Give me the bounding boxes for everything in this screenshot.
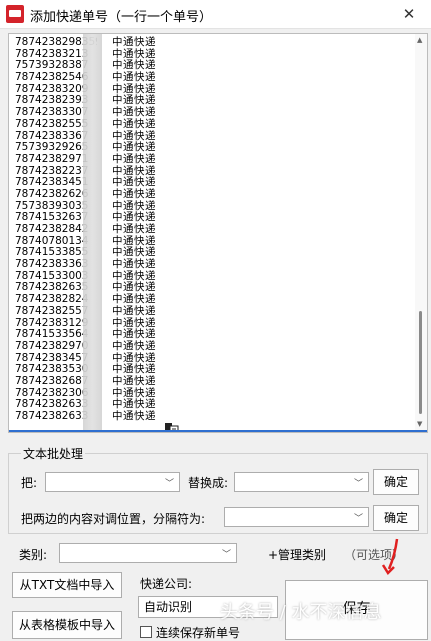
list-item: 75738393035 中通快递 bbox=[15, 200, 411, 213]
import-table-button[interactable]: 从表格模板中导入 bbox=[12, 611, 122, 639]
annotation-arrow-icon bbox=[381, 538, 399, 575]
list-item: 78742382971 中通快递 bbox=[15, 152, 411, 166]
scroll-up-icon[interactable]: ▲ bbox=[417, 36, 422, 44]
paste-cursor-icon bbox=[165, 423, 179, 432]
list-item: 75739329265 中通快递 bbox=[15, 141, 411, 154]
list-item: 78742383307 中通快递 bbox=[15, 106, 411, 119]
text-batch-group: 文本批处理 把: ﹀ 替换成: ﹀ 确定 把两边的内容对调位置，分隔符为: ﹀ … bbox=[8, 445, 428, 534]
list-item: 78742383209 中通快递 bbox=[15, 83, 411, 96]
list-item: 78742382824 中通快递 bbox=[15, 293, 411, 306]
list-item: 78741532637 中通快递 bbox=[15, 212, 411, 224]
app-logo-icon bbox=[6, 5, 24, 23]
category-combo[interactable]: ﹀ bbox=[59, 543, 237, 563]
list-item: 78742383451 中通快递 bbox=[15, 177, 411, 189]
title-bar: 添加快递单号（一行一个单号） ✕ bbox=[0, 0, 431, 29]
keep-saving-label: 连续保存新单号 bbox=[156, 626, 241, 640]
courier-name: 中通快递 bbox=[112, 258, 156, 271]
courier-name: 中通快递 bbox=[112, 71, 156, 84]
list-item: 78742382635 中通快递 bbox=[15, 282, 411, 294]
scroll-down-icon[interactable]: ▼ bbox=[417, 420, 422, 428]
replace-with-label: 替换成: bbox=[188, 476, 229, 490]
replace-confirm-button[interactable]: 确定 bbox=[373, 469, 419, 495]
category-label: 类别: bbox=[19, 548, 48, 562]
tracking-number-textarea[interactable]: 78742382983599中通快递78742383213中通快递7573932… bbox=[8, 33, 428, 433]
chevron-down-icon: ﹀ bbox=[164, 479, 174, 489]
list-item: 78740780134 中通快递 bbox=[15, 235, 411, 248]
chevron-down-icon: ﹀ bbox=[221, 550, 231, 560]
replace-from-combo[interactable]: ﹀ bbox=[45, 472, 180, 492]
list-item: 78742382633 中通快递 bbox=[15, 410, 411, 423]
list-item: 78742383213 中通快递 bbox=[15, 48, 411, 61]
tracking-number-list: 78742382983599中通快递78742383213中通快递7573932… bbox=[15, 36, 411, 423]
separator-combo[interactable]: ﹀ bbox=[224, 507, 369, 527]
courier-label: 快递公司: bbox=[140, 577, 193, 591]
close-button[interactable]: ✕ bbox=[387, 0, 431, 28]
list-item: 78742382306 中通快递 bbox=[15, 387, 411, 400]
courier-name: 中通快递 bbox=[112, 152, 156, 165]
import-txt-button[interactable]: 从TXT文档中导入 bbox=[12, 572, 122, 598]
list-item: 78742382633 中通快递 bbox=[15, 399, 411, 411]
list-item: 78742382546 中通快递 bbox=[15, 71, 411, 84]
list-item: 78742382687 中通快递 bbox=[15, 374, 411, 388]
list-item: 75739328387 中通快递 bbox=[15, 60, 411, 72]
list-item: 78742382842 中通快递 bbox=[15, 223, 411, 236]
manage-category-link[interactable]: +管理类别 bbox=[268, 546, 326, 563]
list-item: 78742382237 中通快递 bbox=[15, 165, 411, 178]
window-title: 添加快递单号（一行一个单号） bbox=[30, 10, 213, 25]
list-item: 78741533855 中通快递 bbox=[15, 247, 411, 259]
scrollbar-thumb[interactable] bbox=[419, 311, 422, 414]
courier-name: 中通快递 bbox=[112, 339, 156, 352]
list-item: 78742382970 中通快递 bbox=[15, 339, 411, 353]
list-item: 78741533564 中通快递 bbox=[15, 328, 411, 341]
list-item: 78742382555 中通快递 bbox=[15, 117, 411, 131]
courier-name: 中通快递 bbox=[112, 410, 156, 422]
list-item: 78742382983599中通快递 bbox=[15, 36, 411, 49]
chevron-down-icon: ﹀ bbox=[353, 514, 363, 524]
courier-name: 中通快递 bbox=[112, 304, 156, 317]
list-item: 78742382557 中通快递 bbox=[15, 304, 411, 318]
list-item: 78741533003 中通快递 bbox=[15, 270, 411, 283]
redaction-blur bbox=[83, 34, 102, 432]
courier-name: 中通快递 bbox=[112, 117, 156, 130]
courier-name: 中通快递 bbox=[112, 187, 156, 200]
vertical-scrollbar[interactable]: ▲ ▼ bbox=[415, 34, 427, 430]
replace-with-combo[interactable]: ﹀ bbox=[234, 472, 369, 492]
list-item: 78742383367 中通快递 bbox=[15, 130, 411, 143]
group-title: 文本批处理 bbox=[21, 445, 86, 462]
replace-from-label: 把: bbox=[21, 476, 38, 490]
keep-saving-checkbox[interactable] bbox=[140, 626, 152, 638]
chevron-down-icon: ﹀ bbox=[353, 479, 363, 489]
list-item: 78742383457 中通快递 bbox=[15, 352, 411, 365]
swap-label: 把两边的内容对调位置，分隔符为: bbox=[21, 512, 206, 526]
courier-name: 中通快递 bbox=[112, 36, 156, 48]
list-item: 78742382393 中通快递 bbox=[15, 95, 411, 107]
list-item: 78742382626 中通快递 bbox=[15, 187, 411, 201]
list-item: 78742383129 中通快递 bbox=[15, 317, 411, 330]
courier-name: 中通快递 bbox=[112, 223, 156, 235]
courier-value: 自动识别 bbox=[144, 600, 193, 614]
swap-confirm-button[interactable]: 确定 bbox=[373, 505, 419, 531]
watermark-text: 头条号 / 水不深信息 bbox=[220, 602, 382, 623]
list-item: 78742383530 中通快递 bbox=[15, 364, 411, 376]
list-item: 78742383363 中通快递 bbox=[15, 258, 411, 271]
courier-name: 中通快递 bbox=[112, 374, 156, 387]
